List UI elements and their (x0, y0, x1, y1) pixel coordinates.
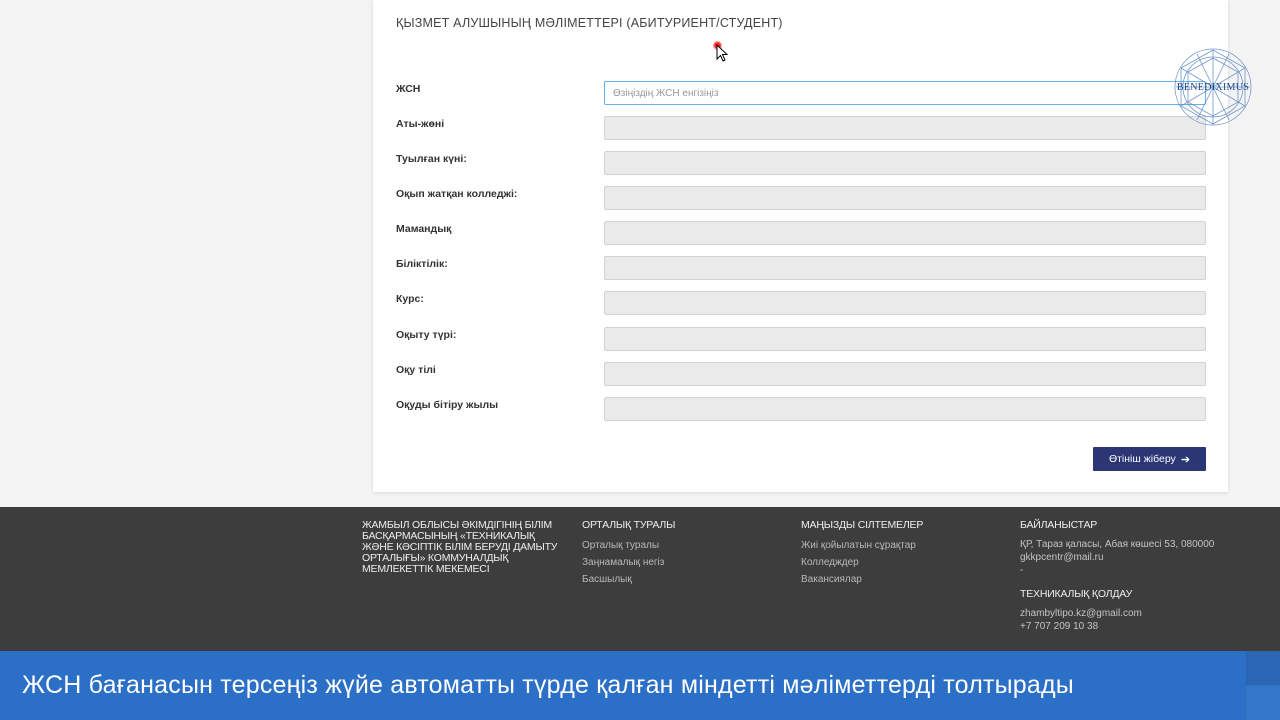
specialty-label: Мамандық (396, 223, 452, 235)
footer-link-faq[interactable]: Жиі қойылатын сұрақтар (801, 540, 1001, 552)
fullname-label: Аты-жөні (396, 118, 445, 130)
study-form-field[interactable] (604, 327, 1206, 351)
org-name: ЖАМБЫЛ ОБЛЫСЫ ӘКІМДІГІНІҢ БІЛІМ БАСҚАРМА… (362, 519, 558, 576)
support-email[interactable]: zhambyltipo.kz@gmail.com (1020, 607, 1250, 620)
footer-important-links: МАҢЫЗДЫ СІЛТЕМЕЛЕР Жиі қойылатын сұрақта… (801, 519, 1001, 586)
specialty-field[interactable] (604, 221, 1206, 245)
qualification-label: Біліктілік: (396, 258, 448, 270)
grad-year-field[interactable] (604, 397, 1206, 421)
contact-dash: - (1020, 565, 1024, 577)
video-caption-bar: ЖСН бағанасын терсеңіз жүйе автоматты тү… (0, 651, 1280, 720)
footer-link-about[interactable]: Орталық туралы (582, 540, 782, 552)
iin-label: ЖСН (396, 83, 421, 95)
footer-link-legal-basis[interactable]: Заңнамалық негіз (582, 557, 782, 569)
caption-edge (1246, 651, 1280, 720)
logo-text: BENEDIXIMUS (1176, 82, 1250, 93)
course-field[interactable] (604, 291, 1206, 315)
mouse-cursor (713, 41, 729, 63)
benediximus-logo: BENEDIXIMUS (1172, 46, 1254, 128)
qualification-field[interactable] (604, 256, 1206, 280)
site-footer: ЖАМБЫЛ ОБЛЫСЫ ӘКІМДІГІНІҢ БІЛІМ БАСҚАРМА… (0, 507, 1280, 651)
arrow-right-icon: ➔ (1180, 453, 1191, 466)
application-form-card: ҚЫЗМЕТ АЛУШЫНЫҢ МӘЛІМЕТТЕРІ (АБИТУРИЕНТ/… (373, 0, 1228, 492)
footer-link-management[interactable]: Басшылық (582, 574, 782, 586)
pointer-icon (716, 44, 729, 62)
fullname-field[interactable] (604, 116, 1206, 140)
footer-link-colleges[interactable]: Колледждер (801, 557, 1001, 569)
submit-label: Өтініш жіберу (1108, 453, 1176, 465)
college-field[interactable] (604, 186, 1206, 210)
contacts-title: БАЙЛАНЫСТАР (1020, 519, 1098, 531)
iin-input[interactable] (604, 81, 1206, 105)
links-title: МАҢЫЗДЫ СІЛТЕМЕЛЕР (801, 519, 924, 531)
footer-contacts: БАЙЛАНЫСТАР ҚР, Тараз қаласы, Абая көшес… (1020, 519, 1250, 633)
about-title: ОРТАЛЫҚ ТУРАЛЫ (582, 519, 676, 531)
caption-text: ЖСН бағанасын терсеңіз жүйе автоматты тү… (22, 671, 1074, 699)
contact-email[interactable]: gkkpcentr@mail.ru (1020, 551, 1250, 564)
birthdate-field[interactable] (604, 151, 1206, 175)
birthdate-label: Туылған күні: (396, 153, 467, 165)
section-title: ҚЫЗМЕТ АЛУШЫНЫҢ МӘЛІМЕТТЕРІ (АБИТУРИЕНТ/… (396, 16, 783, 30)
support-title: ТЕХНИКАЛЫҚ ҚОЛДАУ (1020, 588, 1133, 601)
course-label: Курс: (396, 293, 424, 305)
college-label: Оқып жатқан колледжі: (396, 188, 518, 200)
footer-link-vacancies[interactable]: Вакансиялар (801, 574, 1001, 586)
contact-address: ҚР, Тараз қаласы, Абая көшесі 53, 080000 (1020, 539, 1215, 551)
submit-button[interactable]: Өтініш жіберу ➔ (1093, 447, 1206, 471)
grad-year-label: Оқуды бітіру жылы (396, 399, 499, 411)
language-field[interactable] (604, 362, 1206, 386)
study-form-label: Оқыту түрі: (396, 329, 457, 341)
footer-org: ЖАМБЫЛ ОБЛЫСЫ ӘКІМДІГІНІҢ БІЛІМ БАСҚАРМА… (362, 519, 562, 576)
support-phone: +7 707 209 10 38 (1020, 621, 1099, 633)
language-label: Оқу тілі (396, 364, 436, 376)
footer-about: ОРТАЛЫҚ ТУРАЛЫ Орталық туралы Заңнамалық… (582, 519, 782, 586)
